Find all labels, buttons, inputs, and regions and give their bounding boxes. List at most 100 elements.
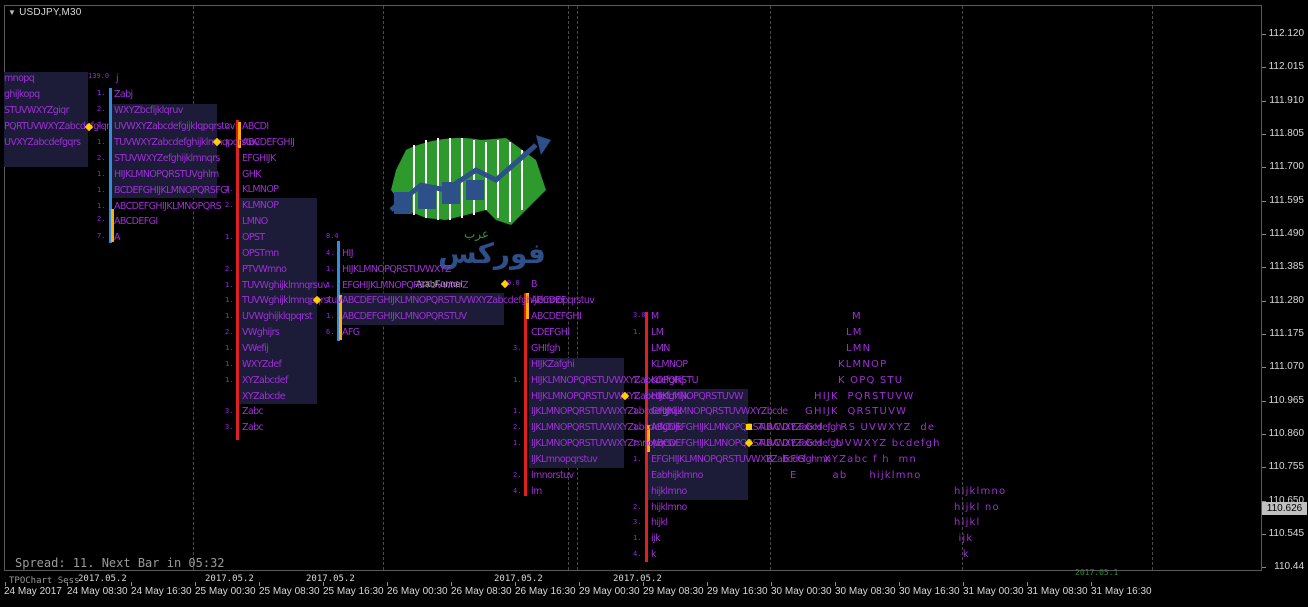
price-tick (1262, 367, 1266, 368)
tpo-row: PTVWmno (242, 264, 287, 275)
tpo-row: HIJ (342, 248, 354, 259)
tpo-bar (236, 120, 239, 440)
tpo-count: 1. (225, 360, 234, 368)
tpo-row: lmnorstuv (531, 470, 574, 481)
tpo-row: ABCDI (242, 121, 269, 132)
tpo-row: HIJKZafghi (531, 359, 575, 370)
tpo-count: 139.0 (88, 72, 110, 80)
tpo-row: hijklmno (651, 486, 687, 497)
price-tick (1262, 67, 1266, 68)
tpo-row: LMN (846, 343, 872, 354)
tpo-count: 1. (225, 312, 234, 320)
tpo-count: 2. (513, 471, 522, 479)
price-tick (1262, 201, 1266, 202)
session-divider (1152, 6, 1153, 570)
tpo-count: 1. (633, 534, 642, 542)
tpo-row: ABCDEFGHIJKLMNOPQRS (114, 201, 222, 212)
tpo-row: K OPQ STU (838, 375, 904, 386)
tpo-row: BCDEFGHIJKLMNOPQRSFGI (114, 185, 230, 196)
tpo-row: ABCDEFGHI (531, 311, 582, 322)
tpo-row: VWefij (242, 343, 269, 354)
tpo-count: 3. (225, 407, 234, 415)
time-label: 26 May 08:30 (451, 586, 512, 597)
collapse-triangle-icon[interactable]: ▼ (8, 8, 16, 17)
tpo-row: LMNO (242, 216, 268, 227)
price-tick (1262, 534, 1266, 535)
time-axis[interactable]: 24 May 2017 24 May 08:30 24 May 16:30 25… (4, 586, 1262, 604)
tpo-count: 2. (633, 439, 642, 447)
svg-text:عرب: عرب (464, 227, 489, 242)
price-tick (1262, 334, 1266, 335)
tpo-count: 2. (513, 423, 522, 431)
tpo-count: 1. (513, 376, 522, 384)
time-label: 30 May 08:30 (835, 586, 896, 597)
tpo-count: 1. (97, 89, 106, 97)
tpo-count: 1. (97, 138, 106, 146)
time-label: 29 May 08:30 (643, 586, 704, 597)
price-tick (1262, 434, 1266, 435)
tpo-row: OPST (242, 232, 265, 243)
tpo-row: k (651, 549, 656, 560)
time-label: 31 May 00:30 (963, 586, 1024, 597)
tpo-row: hijklmno (651, 502, 687, 513)
tpo-count: 8.4 (326, 232, 339, 240)
current-price-label: 110.626 (1262, 502, 1307, 515)
tpo-count: 1. (633, 392, 642, 400)
tpo-row: lm (531, 486, 542, 497)
price-label: 111.805 (1269, 128, 1304, 139)
session-date-label: 2017.05.2 (306, 574, 355, 584)
tpo-row: k (884, 549, 970, 560)
price-tick (1262, 234, 1266, 235)
tpo-row: GHIJK QRSTUVW (805, 406, 908, 417)
time-label: 29 May 16:30 (707, 586, 768, 597)
price-label: 112.015 (1268, 61, 1304, 72)
tpo-count: 4. (326, 249, 335, 257)
tpo-row: OPSTmn (242, 248, 279, 259)
tpo-row: WXYZbcfijklqruv (114, 105, 183, 116)
tpo-row: ABCDEFGH UVWXYZ bcdefgh (758, 438, 941, 449)
tpo-row: KLMNOP (651, 359, 688, 370)
tpo-count: 1. (633, 376, 642, 384)
tpo-count: 2. (225, 328, 234, 336)
tpo-row: HIJKLMNOPQRSTUVW (651, 391, 744, 402)
tpo-row: HIJK PQRSTUVW (814, 391, 915, 402)
session-date-label: 2017.05.2 (78, 574, 127, 584)
tpo-count: 1. (225, 281, 234, 289)
price-label: 110.965 (1268, 395, 1304, 406)
tpo-count: 2. (97, 121, 106, 129)
session-divider (568, 6, 569, 570)
tpo-row: KLMNOP (242, 200, 279, 211)
poc-marker-icon (746, 424, 752, 430)
tpo-row: UVWghijklqpqrst (242, 311, 313, 322)
price-label: 111.490 (1269, 228, 1304, 239)
tpo-count: 1. (225, 138, 234, 146)
tpo-row: KLMNOP (838, 359, 888, 370)
price-tick (1262, 34, 1266, 35)
tpo-row: UVXYZabcdefgqrs (4, 137, 81, 148)
tpo-count: 1. (326, 312, 335, 320)
tpo-bar (524, 293, 527, 496)
price-tick (1262, 167, 1266, 168)
price-axis[interactable]: 112.120 112.015 111.910 111.805 111.700 … (1262, 5, 1308, 572)
tpo-row: GHIfgh (531, 343, 561, 354)
tpo-row: ghijkopq (4, 89, 40, 100)
tpo-row: XYZabcde (242, 391, 286, 402)
tpo-row: E ab hijklmno (790, 470, 922, 481)
tpo-row: LMN (651, 343, 670, 354)
time-label: 31 May 16:30 (1091, 586, 1152, 597)
tpo-count: 1. (97, 170, 106, 178)
price-label: 110.755 (1268, 461, 1304, 472)
tpo-count: 1. (513, 439, 522, 447)
tpo-count: 1. (225, 296, 234, 304)
tpo-row: M (852, 311, 862, 322)
price-label: 111.910 (1269, 95, 1304, 106)
tpo-count: 2. (97, 215, 106, 223)
tpo-row: KLMNOP (242, 184, 279, 195)
symbol-label: ▼ USDJPY,M30 (8, 7, 82, 18)
tpo-row: A (114, 232, 120, 243)
tpo-row: CDEFGHI (531, 327, 570, 338)
tpo-count: 4. (513, 487, 522, 495)
tpo-row: KOPQRSTU (651, 375, 699, 386)
svg-text:فوركس: فوركس (438, 237, 546, 270)
price-tick (1262, 101, 1266, 102)
